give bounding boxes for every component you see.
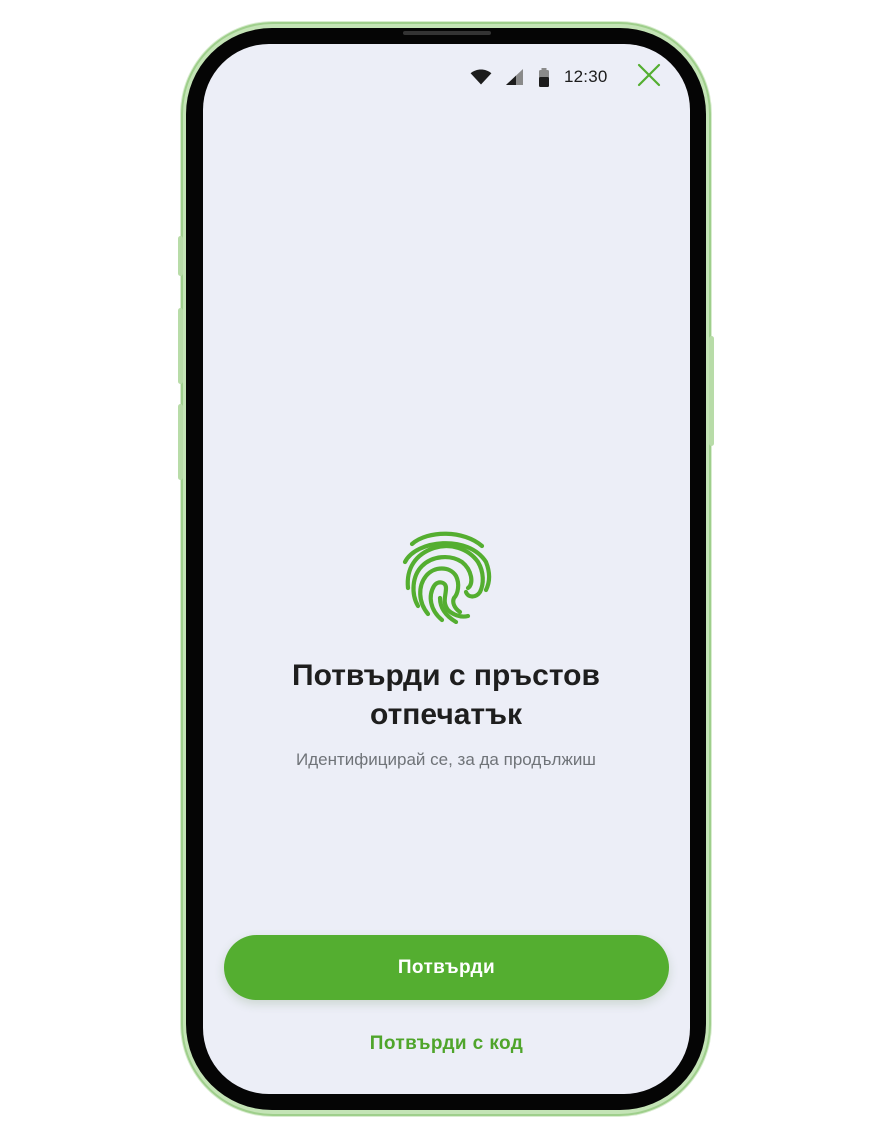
confirm-button[interactable]: Потвърди (224, 935, 669, 1000)
phone-volume-up-button (178, 308, 183, 384)
page-subtitle: Идентифицирай се, за да продължиш (296, 750, 596, 769)
status-bar: 12:30 (470, 58, 630, 96)
phone-power-button (709, 336, 714, 446)
status-time: 12:30 (564, 67, 608, 86)
battery-icon (538, 67, 550, 87)
fingerprint-icon (398, 528, 494, 625)
phone-speaker (403, 31, 491, 35)
phone-side-button (178, 236, 183, 276)
confirm-with-code-button[interactable]: Потвърди с код (300, 1026, 593, 1062)
wifi-icon (470, 69, 492, 85)
phone-volume-down-button (178, 404, 183, 480)
page-title: Потвърди с пръстов отпечатък (292, 659, 600, 731)
close-icon (637, 63, 661, 92)
cellular-signal-icon (506, 69, 524, 85)
close-button[interactable] (633, 61, 665, 93)
